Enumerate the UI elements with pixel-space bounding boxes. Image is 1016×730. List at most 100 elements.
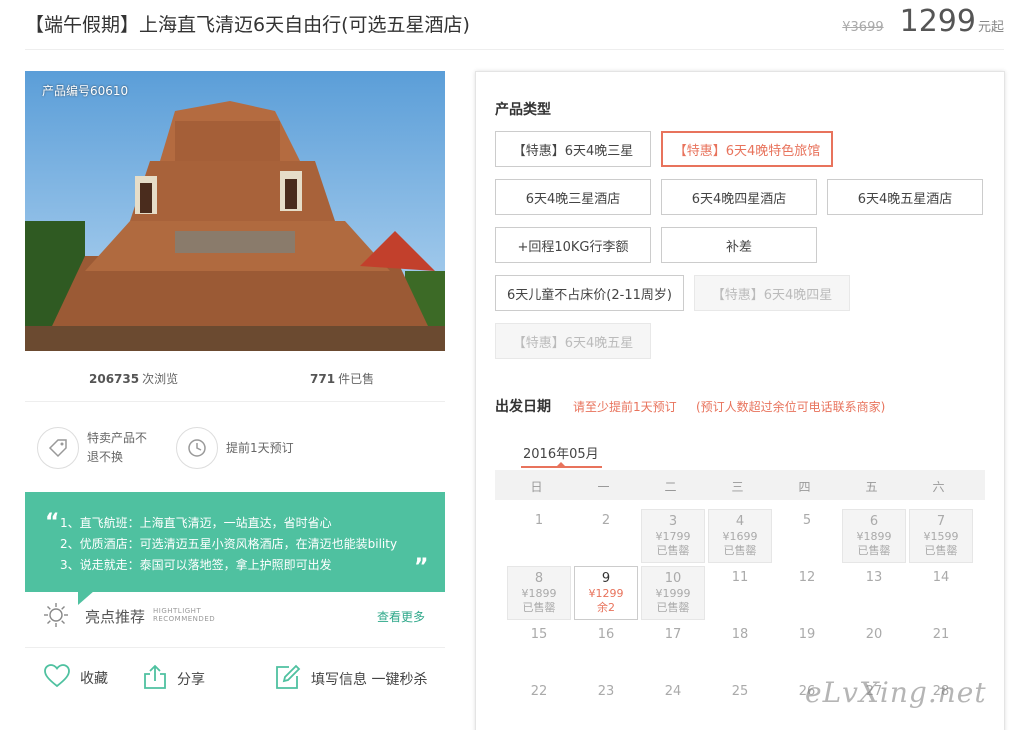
day-number: 16 [597, 627, 615, 642]
watermark: eLvXing.net [805, 676, 987, 709]
day-number: 1 [534, 513, 544, 528]
day-status: 已售罄 [522, 601, 556, 614]
advance-notice: 请至少提前1天预订 [573, 400, 677, 414]
weekday-sat: 六 [932, 480, 945, 494]
day-number: 9 [601, 571, 611, 586]
recommend-en-2: RECOMMENDED [153, 615, 216, 623]
heart-icon [44, 664, 70, 692]
calendar-day-23: 23 [574, 680, 638, 726]
calendar-day-1: 1 [507, 509, 571, 563]
day-price: ¥1299 [588, 587, 624, 600]
day-number: 6 [869, 514, 879, 529]
option-special-3star[interactable]: 【特惠】6天4晚三星 [495, 131, 651, 167]
calendar-day-25: 25 [708, 680, 772, 726]
calendar-day-17: 17 [641, 623, 705, 677]
option-luggage[interactable]: +回程10KG行李额 [495, 227, 651, 263]
edit-icon [275, 664, 301, 694]
calendar-day-19: 19 [775, 623, 839, 677]
weekday-thu: 四 [798, 480, 811, 494]
day-number: 15 [530, 627, 548, 642]
quote-close-icon: ” [414, 555, 429, 580]
quote-open-icon: “ [45, 510, 60, 535]
calendar-day-11: 11 [708, 566, 772, 620]
recommend-row: 亮点推荐 HIGHTLIGHT RECOMMENDED 查看更多 [25, 598, 445, 632]
calendar-day-2: 2 [574, 509, 638, 563]
recommend-divider [25, 647, 445, 648]
option-special-boutique[interactable]: 【特惠】6天4晚特色旅馆 [661, 131, 833, 167]
views-count: 206735 [89, 372, 140, 386]
option-supplement[interactable]: 补差 [661, 227, 817, 263]
favorite-label: 收藏 [80, 671, 108, 687]
favorite-button[interactable]: 收藏 [44, 664, 108, 692]
sold-label: 件已售 [338, 372, 375, 386]
day-number: 20 [865, 627, 883, 642]
day-price: ¥1799 [655, 530, 691, 543]
weekday-tue: 二 [664, 480, 677, 494]
day-price: ¥1899 [521, 587, 557, 600]
feature-book-ahead: 提前1天预订 [176, 427, 294, 469]
weekday-wed: 三 [731, 480, 744, 494]
highlight-2: 2、优质酒店：可选清迈五星小资风格酒店，在清迈也能装bility [60, 537, 398, 551]
product-type-title: 产品类型 [495, 102, 551, 118]
calendar-day-20: 20 [842, 623, 906, 677]
feature-no-refund-text: 特卖产品不退不换 [87, 431, 148, 464]
day-number: 24 [664, 684, 682, 699]
current-price: 1299 [899, 4, 976, 39]
option-3star-hotel[interactable]: 6天4晚三星酒店 [495, 179, 651, 215]
day-price: ¥1599 [923, 530, 959, 543]
page-title: 【端午假期】上海直飞清迈6天自由行(可选五星酒店) [25, 14, 470, 36]
sold-stat: 771 件已售 [310, 370, 374, 387]
fill-info-button[interactable]: 填写信息 一键秒杀 [275, 664, 427, 694]
price-unit: 元起 [977, 20, 1004, 35]
calendar-day-9[interactable]: 9 ¥1299 余2 [574, 566, 638, 620]
day-number: 3 [668, 514, 678, 529]
price-block: ¥3699 1299 元起 [842, 4, 1004, 39]
highlight-3: 3、说走就走：泰国可以落地签，拿上护照即可出发 [60, 558, 332, 572]
product-code: 产品编号60610 [42, 84, 129, 98]
option-4star-hotel[interactable]: 6天4晚四星酒店 [661, 179, 817, 215]
option-5star-hotel[interactable]: 6天4晚五星酒店 [827, 179, 983, 215]
calendar-day-24: 24 [641, 680, 705, 726]
day-status: 已售罄 [723, 544, 757, 557]
tag-icon [37, 427, 79, 469]
feature-book-ahead-text: 提前1天预订 [226, 440, 294, 455]
option-child[interactable]: 6天儿童不占床价(2-11周岁) [495, 275, 684, 311]
day-number: 17 [664, 627, 682, 642]
recommend-subtitle: HIGHTLIGHT RECOMMENDED [153, 607, 215, 623]
highlight-1: 1、直飞航班：上海直飞清迈，一站直达，省时省心 [60, 516, 332, 530]
calendar-day-13: 13 [842, 566, 906, 620]
calendar-day-10: 10 ¥1999 已售罄 [641, 566, 705, 620]
original-price: ¥3699 [842, 20, 884, 35]
sun-icon [43, 602, 69, 632]
product-photo [25, 71, 445, 351]
day-number: 10 [664, 571, 682, 586]
contact-notice: (预订人数超过余位可电话联系商家) [696, 400, 886, 414]
option-special-5star: 【特惠】6天4晚五星 [495, 323, 651, 359]
header-divider [25, 49, 1004, 50]
day-number: 21 [932, 627, 950, 642]
day-status: 余2 [597, 601, 615, 614]
day-number: 13 [865, 570, 883, 585]
calendar-day-6: 6 ¥1899 已售罄 [842, 509, 906, 563]
feature-no-refund: 特卖产品不退不换 [37, 427, 155, 469]
clock-icon [176, 427, 218, 469]
views-label: 次浏览 [142, 372, 179, 386]
share-button[interactable]: 分享 [143, 664, 205, 694]
calendar-day-5: 5 [775, 509, 839, 563]
calendar-day-15: 15 [507, 623, 571, 677]
day-price: ¥1999 [655, 587, 691, 600]
sold-count: 771 [310, 372, 336, 386]
month-tab[interactable]: 2016年05月 [523, 443, 599, 462]
day-number: 22 [530, 684, 548, 699]
calendar-day-8: 8 ¥1899 已售罄 [507, 566, 571, 620]
calendar-day-14: 14 [909, 566, 973, 620]
fill-info-label: 填写信息 一键秒杀 [311, 672, 428, 688]
share-icon [143, 664, 167, 694]
day-price: ¥1699 [722, 530, 758, 543]
calendar-day-3: 3 ¥1799 已售罄 [641, 509, 705, 563]
month-arrow-icon [556, 462, 566, 467]
day-number: 23 [597, 684, 615, 699]
day-number: 5 [802, 513, 812, 528]
see-more-link[interactable]: 查看更多 [377, 608, 425, 625]
day-status: 已售罄 [656, 601, 690, 614]
